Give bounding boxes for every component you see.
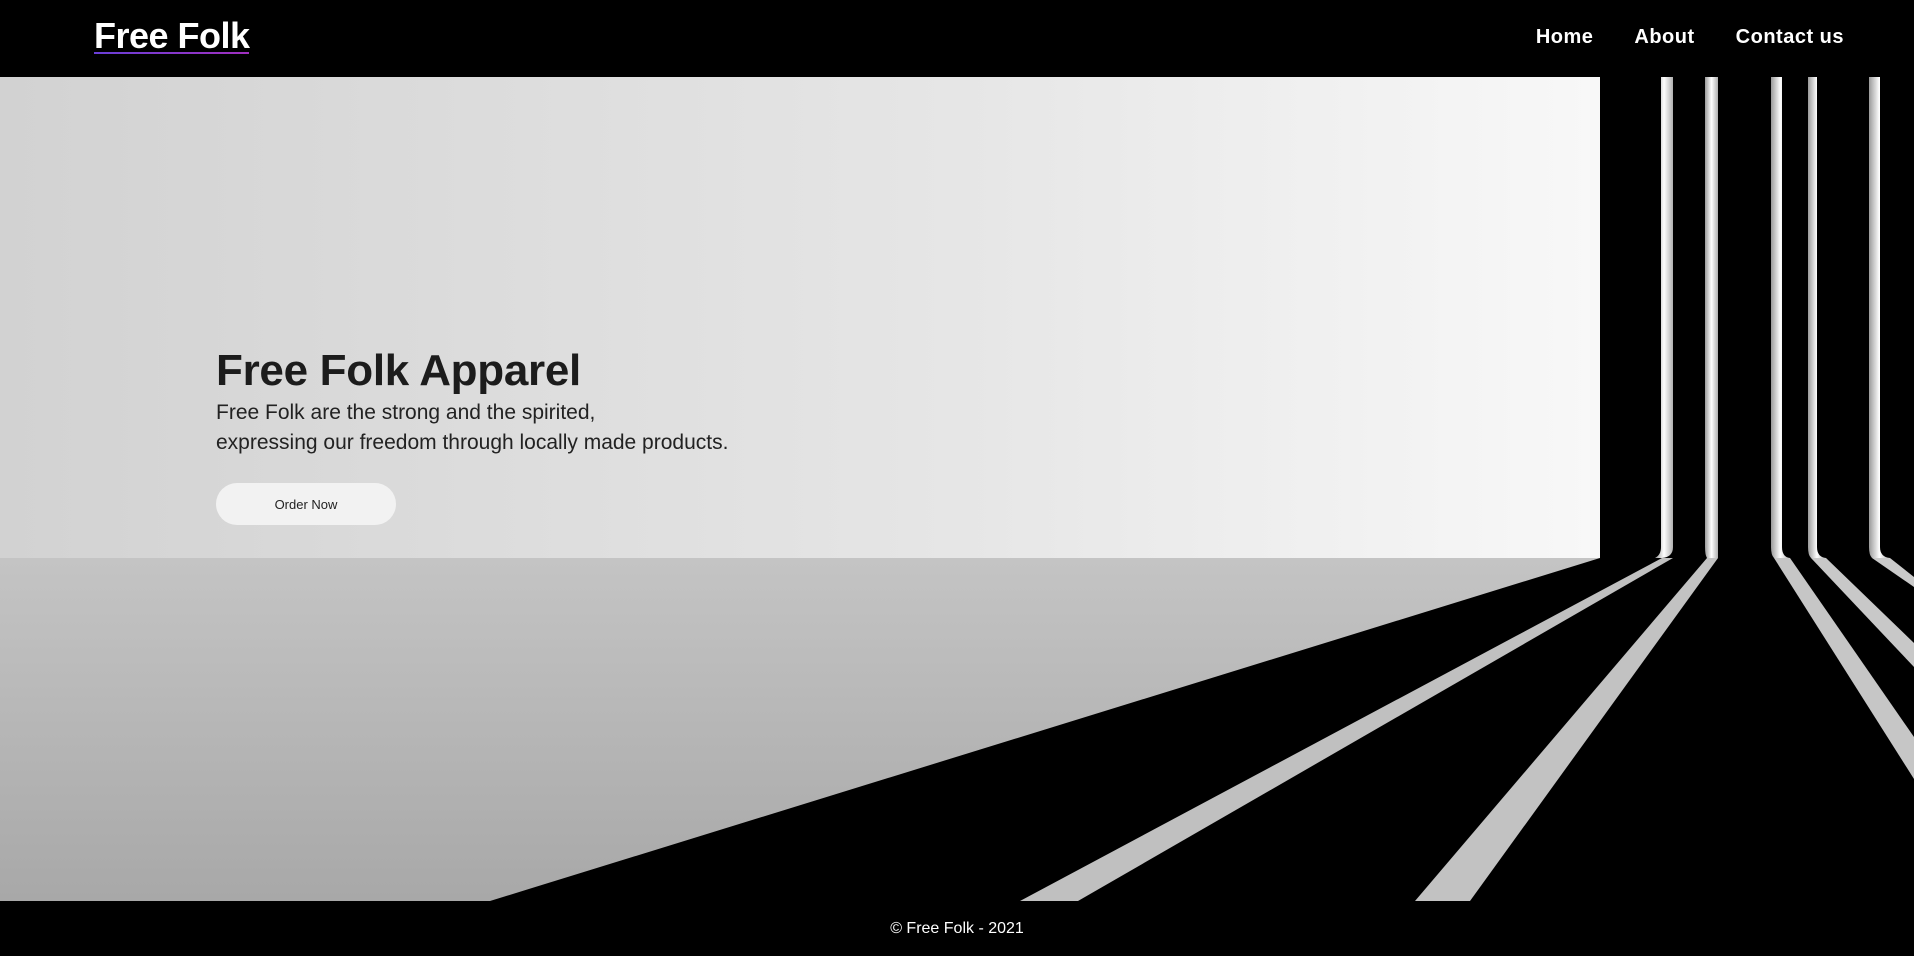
hero-tagline-line-1: Free Folk are the strong and the spirite… <box>216 401 596 424</box>
nav-contact-link[interactable]: Contact us <box>1736 24 1844 50</box>
navbar: Free Folk Home About Contact us <box>0 0 1914 77</box>
footer-copyright: © Free Folk - 2021 <box>890 919 1024 937</box>
hero-title: Free Folk Apparel <box>216 346 581 395</box>
nav-about-link[interactable]: About <box>1634 24 1694 50</box>
main-nav: Home About Contact us <box>1536 24 1844 50</box>
order-now-button[interactable]: Order Now <box>216 483 396 525</box>
hero-tagline-line-2: expressing our freedom through locally m… <box>216 431 729 454</box>
footer: © Free Folk - 2021 <box>0 901 1914 956</box>
wall-shadow <box>1600 77 1914 558</box>
hero-content: Free Folk Apparel Free Folk are the stro… <box>216 344 728 525</box>
hero-section: Free Folk Apparel Free Folk are the stro… <box>0 77 1914 901</box>
nav-home-link[interactable]: Home <box>1536 24 1594 50</box>
brand-underline <box>94 52 249 54</box>
